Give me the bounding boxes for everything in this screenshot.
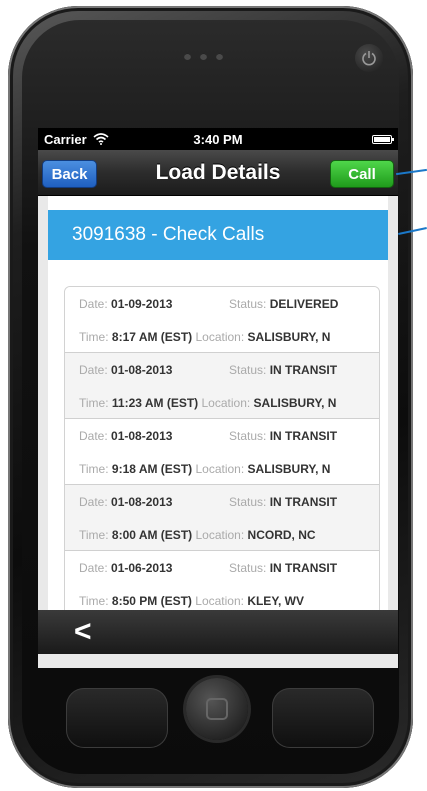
clock: 3:40 PM	[193, 131, 243, 147]
time-value: 8:17 AM (EST)	[111, 329, 193, 344]
bottom-toolbar: <	[38, 610, 398, 654]
date-label: Date:	[79, 296, 108, 311]
home-button[interactable]	[186, 678, 248, 740]
status-label: Status:	[229, 296, 267, 311]
time-value: 9:18 AM (EST)	[111, 461, 193, 476]
call-button[interactable]: Call	[330, 160, 394, 188]
location-value: SALISBURY, N	[253, 395, 337, 410]
status-label: Status:	[229, 494, 267, 509]
home-square-icon	[206, 698, 228, 720]
location-label: Location:	[195, 329, 245, 344]
time-value: 11:23 AM (EST)	[111, 395, 199, 410]
location-label: Location:	[195, 593, 244, 608]
date-label: Date:	[79, 494, 108, 509]
check-calls-list[interactable]: Date: 01-09-2013 Status: DELIVERED Time:…	[64, 286, 380, 610]
status-value: IN TRANSIT	[269, 560, 338, 575]
location-label: Location:	[195, 461, 245, 476]
chevron-left-icon[interactable]: <	[74, 617, 92, 647]
status-label: Status:	[229, 428, 267, 443]
status-label: Status:	[229, 560, 267, 575]
time-label: Time:	[79, 593, 109, 608]
date-value: 01-08-2013	[111, 428, 173, 443]
page-title: Load Details	[155, 160, 281, 184]
location-value: SALISBURY, N	[247, 329, 331, 344]
time-label: Time:	[79, 527, 109, 542]
date-label: Date:	[79, 428, 108, 443]
location-label: Location:	[195, 527, 245, 542]
back-button[interactable]: Back	[42, 160, 97, 188]
power-icon	[362, 51, 376, 66]
list-item[interactable]: Date: 01-06-2013 Status: IN TRANSIT Time…	[65, 551, 379, 610]
status-value: IN TRANSIT	[269, 362, 338, 377]
section-header: 3091638 - Check Calls	[48, 210, 388, 260]
time-label: Time:	[79, 329, 109, 344]
date-label: Date:	[79, 560, 108, 575]
list-item[interactable]: Date: 01-08-2013 Status: IN TRANSIT Time…	[65, 419, 379, 485]
list-item[interactable]: Date: 01-09-2013 Status: DELIVERED Time:…	[65, 287, 379, 353]
battery-icon	[372, 134, 394, 144]
hardware-button-left	[66, 688, 168, 748]
status-value: DELIVERED	[269, 296, 339, 311]
content-area[interactable]: 3091638 - Check Calls Date: 01-09-2013 S…	[48, 196, 388, 610]
speaker-grille	[184, 53, 223, 60]
date-value: 01-08-2013	[111, 494, 173, 509]
list-item[interactable]: Date: 01-08-2013 Status: IN TRANSIT Time…	[65, 485, 379, 551]
status-bar: Carrier 3:40 PM	[38, 128, 398, 150]
location-label: Location:	[201, 395, 251, 410]
status-value: IN TRANSIT	[269, 428, 338, 443]
status-label: Status:	[229, 362, 267, 377]
list-item[interactable]: Date: 01-08-2013 Status: IN TRANSIT Time…	[65, 353, 379, 419]
date-value: 01-06-2013	[111, 560, 173, 575]
location-value: SALISBURY, N	[247, 461, 331, 476]
location-value: NCORD, NC	[247, 527, 316, 542]
status-value: IN TRANSIT	[269, 494, 338, 509]
power-button[interactable]	[355, 44, 383, 72]
location-value: KLEY, WV	[247, 593, 304, 608]
date-value: 01-08-2013	[111, 362, 173, 377]
screen: Carrier 3:40 PM Back Load Details Call 3…	[38, 128, 398, 668]
time-value: 8:00 AM (EST)	[111, 527, 193, 542]
navigation-bar: Back Load Details Call	[38, 150, 398, 196]
date-label: Date:	[79, 362, 108, 377]
time-value: 8:50 PM (EST)	[111, 593, 192, 608]
time-label: Time:	[79, 461, 109, 476]
hardware-button-right	[272, 688, 374, 748]
time-label: Time:	[79, 395, 109, 410]
date-value: 01-09-2013	[111, 296, 173, 311]
